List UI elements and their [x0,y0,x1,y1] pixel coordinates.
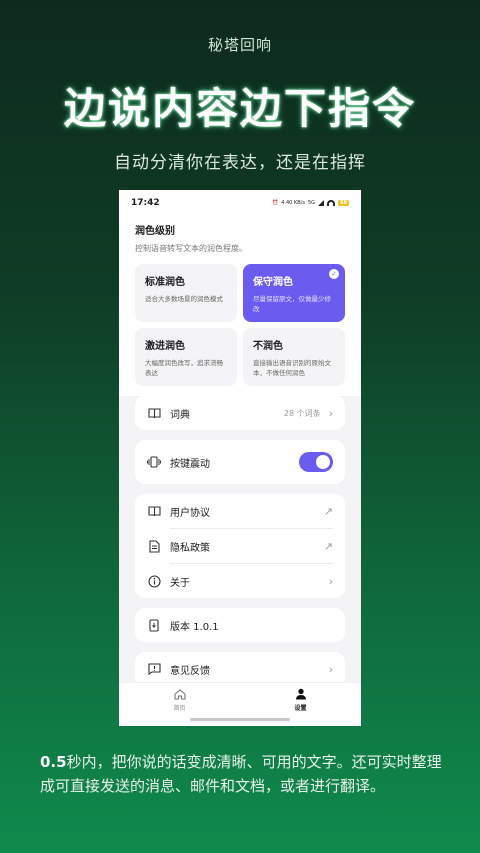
polish-option-standard[interactable]: 标准润色 适合大多数场景的润色模式 [135,264,237,322]
phone-screenshot: 17:42 ⏰ 4.40 KB/s 5G 69 润色级别 控制语音转写文本的润色… [119,190,361,726]
footer-highlight: 0.5 [40,753,67,771]
vibration-icon [147,455,161,469]
dictionary-label: 词典 [170,409,190,421]
links-group: 用户协议 ↗ 隐私政策 ↗ 关于 › [135,494,345,598]
external-link-icon: ↗ [323,504,333,518]
version-label: 版本 1.0.1 [170,621,219,633]
external-link-icon: ↗ [323,539,333,553]
user-agreement-label: 用户协议 [170,507,210,519]
tab-settings-label: 设置 [294,705,307,712]
network-type: 5G [307,200,316,206]
privacy-policy-label: 隐私政策 [170,542,210,554]
tab-home-label: 首页 [173,705,186,712]
headline: 边说内容边下指令 [63,84,416,133]
polish-option-aggressive[interactable]: 激进润色 大幅度润色改写，追求流畅表达 [135,328,237,386]
signal-icon [318,200,325,206]
polish-desc: 控制语音转写文本的润色程度。 [135,244,247,253]
option-desc: 直接输出语音识别的原始文本，不做任何润色 [253,359,331,377]
version-row: 版本 1.0.1 [135,608,345,642]
option-title: 标准润色 [145,277,185,288]
phone-update-icon [147,618,161,632]
chevron-right-icon: › [328,574,333,588]
vibration-toggle[interactable] [299,452,333,472]
option-desc: 大幅度润色改写，追求流畅表达 [145,359,223,377]
brand-name: 秘塔回响 [207,36,272,54]
status-time: 17:42 [131,198,160,208]
option-desc: 尽量保留原文，仅做最少修改 [253,295,331,313]
alarm-icon: ⏰ [272,200,279,206]
dictionary-row[interactable]: 词典 28 个词条 › [135,396,345,430]
feedback-group: 意见反馈 › [135,652,345,686]
chevron-right-icon: › [328,662,333,676]
dictionary-count: 28 个词条 [283,408,321,418]
info-icon [147,574,161,588]
footer-text: 秒内，把你说的话变成清晰、可用的文字。还可实时整理成可直接发送的消息、邮件和文档… [40,753,442,795]
privacy-policy-row[interactable]: 隐私政策 ↗ [135,529,345,563]
about-label: 关于 [170,577,190,589]
battery-level: 69 [338,200,349,206]
polish-option-none[interactable]: 不润色 直接输出语音识别的原始文本，不做任何润色 [243,328,345,386]
option-title: 保守润色 [253,277,293,288]
vibration-row: 按键震动 [135,440,345,484]
dictionary-group: 词典 28 个词条 › [135,396,345,430]
polish-option-conservative[interactable]: 保守润色 尽量保留原文，仅做最少修改 ✓ [243,264,345,322]
network-speed: 4.40 KB/s [281,200,305,206]
polish-title: 润色级别 [135,226,175,237]
chevron-right-icon: › [328,406,333,420]
feedback-icon [147,662,161,676]
option-title: 激进润色 [145,341,185,352]
polish-options: 标准润色 适合大多数场景的润色模式 保守润色 尽量保留原文，仅做最少修改 ✓ 激… [135,264,345,386]
document-icon [147,539,161,553]
tab-bar: 首页 设置 [119,682,361,726]
about-row[interactable]: 关于 › [135,564,345,598]
vibration-group: 按键震动 [135,440,345,484]
subtitle: 自动分清你在表达，还是在指挥 [114,153,366,173]
vibration-label: 按键震动 [170,458,210,470]
book-icon [147,406,161,420]
version-group: 版本 1.0.1 [135,608,345,642]
status-bar: 17:42 ⏰ 4.40 KB/s 5G 69 [119,190,361,216]
option-desc: 适合大多数场景的润色模式 [145,295,223,303]
footer-description: 0.5秒内，把你说的话变成清晰、可用的文字。还可实时整理成可直接发送的消息、邮件… [40,750,450,798]
wifi-icon [327,200,336,206]
home-icon [173,687,187,701]
user-icon [294,687,308,701]
feedback-label: 意见反馈 [170,665,210,677]
feedback-row[interactable]: 意见反馈 › [135,652,345,686]
home-indicator [190,718,290,721]
check-icon: ✓ [329,269,339,279]
user-agreement-row[interactable]: 用户协议 ↗ [135,494,345,528]
book-icon [147,504,161,518]
option-title: 不润色 [253,341,283,352]
